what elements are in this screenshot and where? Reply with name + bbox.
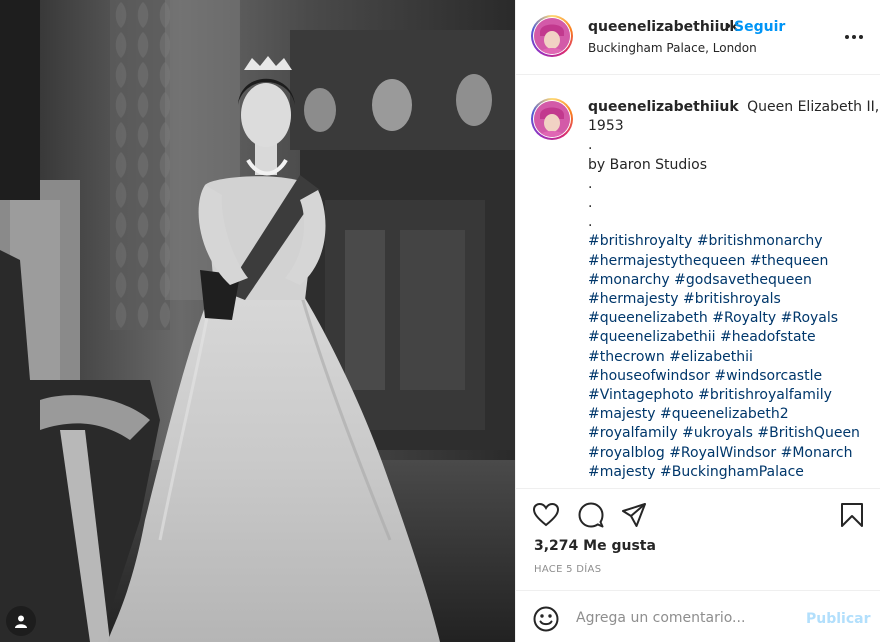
hashtag-link[interactable]: #britishroyalty	[588, 233, 692, 249]
hashtag-link[interactable]: #queenelizabethii	[588, 329, 716, 345]
post-header: queenelizabethiiuk • Seguir Buckingham P…	[516, 0, 880, 75]
hashtag-link[interactable]: #houseofwindsor	[588, 368, 710, 384]
hashtag-link[interactable]: #RoyalWindsor	[669, 445, 776, 461]
hashtag-link[interactable]: #thequeen	[750, 253, 829, 269]
avatar-image	[534, 101, 570, 137]
post-actions-bar	[516, 488, 880, 538]
separator-dot: •	[724, 19, 733, 35]
add-comment-bar: Publicar	[516, 590, 880, 642]
caption-title: Queen Elizabeth II,	[747, 99, 880, 115]
hashtag-line: #hermajesty #britishroyals	[588, 290, 868, 309]
hashtag-link[interactable]: #BuckinghamPalace	[660, 464, 804, 480]
hashtag-link[interactable]: #windsorcastle	[714, 368, 822, 384]
comment-button[interactable]	[577, 501, 605, 529]
hashtag-link[interactable]: #majesty	[588, 406, 656, 422]
hashtag-link[interactable]: #headofstate	[720, 329, 816, 345]
caption-text: queenelizabethiiuk Queen Elizabeth II, 1…	[588, 98, 879, 482]
caption-area: queenelizabethiiuk Queen Elizabeth II, 1…	[516, 76, 880, 488]
post-timestamp[interactable]: HACE 5 DÍAS	[534, 564, 601, 575]
caption-avatar[interactable]	[531, 98, 573, 140]
caption-dot: .	[588, 214, 593, 231]
publish-button[interactable]: Publicar	[806, 611, 871, 627]
photo-illustration	[0, 0, 515, 642]
emoji-button[interactable]	[532, 605, 560, 633]
caption-year: 1953	[588, 118, 624, 135]
hashtag-line: #Vintagephoto #britishroyalfamily	[588, 386, 868, 405]
comment-icon	[578, 502, 604, 528]
heart-icon	[532, 502, 560, 527]
hashtag-line: #majesty #queenelizabeth2	[588, 405, 868, 424]
hashtag-link[interactable]: #ukroyals	[682, 425, 753, 441]
hashtag-link[interactable]: #britishmonarchy	[697, 233, 823, 249]
save-button[interactable]	[838, 501, 866, 529]
hashtag-link[interactable]: #britishroyalfamily	[698, 387, 832, 403]
more-options-button[interactable]	[842, 25, 866, 49]
hashtag-list: #britishroyalty #britishmonarchy #hermaje…	[588, 232, 868, 482]
avatar[interactable]	[531, 15, 573, 57]
hashtag-link[interactable]: #royalblog	[588, 445, 665, 461]
post-photo[interactable]	[0, 0, 515, 642]
hashtag-link[interactable]: #monarchy	[588, 272, 670, 288]
hashtag-line: #royalblog #RoyalWindsor #Monarch	[588, 444, 868, 463]
like-button[interactable]	[532, 501, 560, 529]
hashtag-link[interactable]: #elizabethii	[669, 349, 753, 365]
emoji-icon	[533, 606, 559, 632]
instagram-post-modal: queenelizabethiiuk • Seguir Buckingham P…	[0, 0, 880, 642]
hashtag-link[interactable]: #hermajestythequeen	[588, 253, 745, 269]
hashtag-line: #hermajestythequeen #thequeen	[588, 252, 868, 271]
hashtag-line: #royalfamily #ukroyals #BritishQueen	[588, 424, 868, 443]
hashtag-link[interactable]: #hermajesty	[588, 291, 679, 307]
hashtag-link[interactable]: #britishroyals	[683, 291, 781, 307]
hashtag-link[interactable]: #queenelizabeth2	[660, 406, 789, 422]
like-count[interactable]: 3,274 Me gusta	[534, 538, 656, 554]
hashtag-line: #britishroyalty #britishmonarchy	[588, 232, 868, 251]
follow-button[interactable]: Seguir	[734, 19, 785, 35]
hashtag-line: #thecrown #elizabethii	[588, 348, 868, 367]
hashtag-link[interactable]: #Monarch	[781, 445, 853, 461]
hashtag-link[interactable]: #queenelizabeth	[588, 310, 708, 326]
hashtag-link[interactable]: #majesty	[588, 464, 656, 480]
hashtag-link[interactable]: #Royals	[781, 310, 838, 326]
hashtag-line: #queenelizabeth #Royalty #Royals	[588, 309, 868, 328]
hashtag-line: #queenelizabethii #headofstate	[588, 328, 868, 347]
hashtag-link[interactable]: #Vintagephoto	[588, 387, 694, 403]
hashtag-line: #majesty #BuckinghamPalace	[588, 463, 868, 482]
caption-dot: .	[588, 195, 593, 212]
caption-username[interactable]: queenelizabethiiuk	[588, 99, 739, 115]
caption-credit: by Baron Studios	[588, 156, 708, 173]
share-button[interactable]	[620, 501, 648, 529]
share-icon	[622, 503, 646, 527]
caption-dot: .	[588, 137, 593, 154]
tag-people-button[interactable]	[6, 606, 36, 636]
bookmark-icon	[841, 503, 863, 527]
hashtag-link[interactable]: #Royalty	[712, 310, 776, 326]
hashtag-line: #monarchy #godsavethequeen	[588, 271, 868, 290]
hashtag-link[interactable]: #BritishQueen	[757, 425, 860, 441]
hashtag-link[interactable]: #godsavethequeen	[674, 272, 812, 288]
comment-input[interactable]	[576, 606, 796, 630]
user-tag-icon	[15, 615, 27, 628]
post-details-panel: queenelizabethiiuk • Seguir Buckingham P…	[515, 0, 880, 642]
hashtag-link[interactable]: #royalfamily	[588, 425, 678, 441]
caption-dot: .	[588, 175, 593, 192]
hashtag-line: #houseofwindsor #windsorcastle	[588, 367, 868, 386]
post-location[interactable]: Buckingham Palace, London	[588, 41, 757, 55]
hashtag-link[interactable]: #thecrown	[588, 349, 665, 365]
post-author-username[interactable]: queenelizabethiiuk	[588, 19, 739, 35]
more-options-icon	[845, 35, 863, 39]
avatar-image	[534, 18, 570, 54]
